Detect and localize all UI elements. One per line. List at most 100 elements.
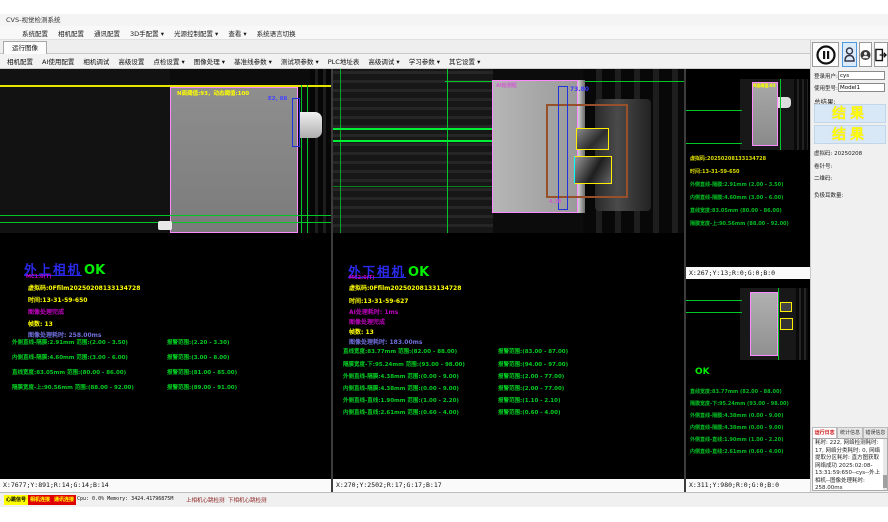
user-badge-icon [860, 49, 871, 61]
alarm-range-text: 报警范围:(83.00 - 87.00) [498, 347, 568, 355]
measurement-row: 隔膜宽度-上:90.56mm 范围:(88.00 - 92.00) 报警范围:(… [0, 383, 331, 391]
roi-box-blue [292, 98, 300, 147]
measurement-text: 外侧直线-隔膜:2.91mm (2.00 - 3.50) [690, 181, 783, 188]
right-top-camera-panel: N面阈值:93 虚拟码:20250208133134728 时间:13-31-5… [686, 69, 810, 279]
machine-background [333, 69, 493, 233]
camera-thumbnail: N面阈值:93 [740, 79, 808, 150]
roi-box-yellow-tab2 [574, 156, 612, 184]
green-guide-line-horizontal [686, 143, 742, 144]
right-top-viewport[interactable]: N面阈值:93 虚拟码:20250208133134728 时间:13-31-5… [686, 69, 810, 267]
measurement-text: 隔膜宽度-下:95.24mm 范围:(93.00 - 98.00) [343, 360, 465, 368]
menu-item-view[interactable]: 查看 ▾ [228, 28, 246, 38]
pause-icon [816, 45, 836, 65]
model-input[interactable] [838, 83, 885, 92]
measurement-row: 外侧直线-隔膜:2.91mm 范围:(2.00 - 3.50) 报警范围:(2.… [0, 338, 331, 346]
lower-camera-heartbeat: 下相机心跳检测 [228, 496, 267, 504]
camera-mode-text: MC2:0(T) [349, 275, 375, 281]
measurement-row: 外侧直线-隔膜:4.38mm 范围:(0.00 - 9.00) 报警范围:(2.… [333, 372, 684, 380]
pixel-coordinate-readout: X:270;Y:2502;R:17;G:17;B:17 [333, 479, 684, 492]
ai-roi-label: AI检测框 [496, 82, 517, 89]
login-user-input[interactable] [838, 71, 885, 80]
info-time: 时间:13-31-59-627 [349, 296, 408, 305]
roi-box-yellow [780, 302, 792, 312]
toolbar-camera-config[interactable]: 相机配置 [7, 56, 33, 66]
log-textarea[interactable]: 耗时: 222, 网络检测耗时: 17, 网络分类耗时: 0, 网络提取分区耗时… [812, 438, 888, 491]
main-content: E2, 88 N面阈值:93，动态阈值:100 外上相机OK MC1:0(T) … [0, 69, 810, 492]
menu-item-camera-config[interactable]: 相机配置 [58, 28, 84, 38]
measurement-text: 隔膜宽度-上:90.56mm (88.00 - 92.00) [690, 220, 789, 227]
exit-button[interactable] [874, 42, 888, 67]
measurement-text: 隔膜宽度-上:90.56mm 范围:(88.00 - 92.00) [12, 383, 134, 391]
green-guide-line-vertical [780, 79, 781, 150]
middle-camera-viewport[interactable]: AI检测框 73.80 4.38 [333, 69, 684, 233]
roi-label: E2, 88 [268, 96, 287, 102]
menu-item-language[interactable]: 系统语言切换 [257, 28, 296, 38]
pixel-coordinate-readout: X:7677;Y:891;R:14;G:14;B:14 [0, 479, 331, 492]
machine-background [0, 69, 170, 233]
log-scrollbar[interactable] [883, 439, 887, 490]
info-ai-elapsed: AI处理耗时: 1ms [349, 307, 398, 316]
camera-thumbnail [740, 288, 808, 360]
menu-item-comm-config[interactable]: 通讯配置 [94, 28, 120, 38]
upper-camera-heartbeat: 上相机心跳检测 [186, 496, 225, 504]
user-icon [844, 47, 855, 62]
menu-item-3d-config[interactable]: 3D手配置 ▾ [130, 28, 164, 38]
measurement-text: 外侧直线-直线:1.90mm 范围:(1.00 - 2.20) [343, 396, 459, 404]
toolbar-other-settings[interactable]: 其它设置 ▾ [449, 56, 480, 66]
menu-item-light-config[interactable]: 光源控制配置 ▾ [174, 28, 218, 38]
measurement-text: 直线宽度:83.77mm (82.00 - 88.00) [690, 388, 782, 395]
log-scrollbar-thumb[interactable] [883, 475, 887, 488]
log-tab-strip: 运行日志 统计信息 错误信息 [812, 427, 888, 438]
login-user-button[interactable] [842, 42, 857, 67]
alarm-range-text: 报警范围:(81.00 - 85.00) [167, 368, 237, 376]
alarm-range-text: 报警范围:(2.00 - 77.00) [498, 372, 564, 380]
log-tab-error[interactable]: 错误信息 [863, 427, 888, 438]
pause-button[interactable] [812, 42, 839, 67]
info-frames: 帧数: 13 [28, 319, 53, 328]
measurement-text: 直线宽度:83.77mm 范围:(82.00 - 88.00) [343, 347, 457, 355]
titlebar[interactable]: CVS-视觉检测系统 [0, 14, 888, 26]
toolbar-plc-address[interactable]: PLC地址表 [328, 56, 360, 66]
roi-box-yellow-tab1 [576, 128, 609, 150]
left-camera-viewport[interactable]: E2, 88 N面阈值:93，动态阈值:100 [0, 69, 331, 233]
toolbar-learn-params[interactable]: 学习参数 ▾ [409, 56, 440, 66]
qrcode-label: 二维码: [814, 174, 832, 182]
cpu-memory-text: Cpu: 0.0% Memory: 3424.41796875M [77, 496, 173, 502]
neg-tab-count-label: 负极耳数量: [814, 191, 843, 199]
roi-measure-label: 73.80 [570, 86, 589, 93]
info-barcode: 虚拟码:20250208133134728 [690, 155, 766, 162]
camera-link-badge: 相机连接 [28, 495, 52, 505]
measurement-text: 内侧直线-隔膜:4.60mm 范围:(3.00 - 6.00) [12, 353, 128, 361]
camera-status-ok: OK [408, 265, 429, 280]
toolbar-advanced-settings[interactable]: 高级设置 [118, 56, 144, 66]
toolbar-camera-debug[interactable]: 相机调试 [83, 56, 109, 66]
tab-run-image[interactable]: 运行图像 [3, 41, 47, 55]
toolbar-baseline-params[interactable]: 基准线参数 ▾ [234, 56, 272, 66]
info-frames: 帧数: 13 [349, 327, 374, 336]
reel-pin-label: 卷针号: [814, 162, 832, 170]
log-tab-run[interactable]: 运行日志 [812, 427, 837, 438]
measurement-text: 内侧直线-隔膜:4.38mm 范围:(0.00 - 9.00) [343, 384, 459, 392]
right-bottom-viewport[interactable]: OK 直线宽度:83.77mm (82.00 - 88.00) 隔膜宽度-下:9… [686, 279, 810, 479]
measurement-row: 直线宽度:83.77mm 范围:(82.00 - 88.00) 报警范围:(83… [333, 347, 684, 355]
separator-film-region [170, 87, 298, 233]
green-guide-line-horizontal [333, 186, 493, 187]
measurement-text: 外侧直线-直线:1.90mm (1.00 - 2.20) [690, 436, 783, 443]
machine-background [794, 79, 808, 150]
menu-item-system-config[interactable]: 系统配置 [22, 28, 48, 38]
threshold-overlay-text: N面阈值:93，动态阈值:100 [177, 89, 249, 97]
toolbar-advanced-debug[interactable]: 高级调试 ▾ [368, 56, 399, 66]
toolbar-image-processing[interactable]: 图像处理 ▾ [194, 56, 225, 66]
roi-box-yellow [780, 318, 793, 330]
measurement-text: 内侧直线-隔膜:4.38mm (0.00 - 9.00) [690, 424, 783, 431]
statusbar: 心跳信号 相机连接 通讯连接 Cpu: 0.0% Memory: 3424.41… [0, 492, 888, 507]
toolbar-ai-config[interactable]: AI使用配置 [42, 56, 74, 66]
login-user-label: 登录用户: [814, 72, 838, 80]
operator-button[interactable] [859, 42, 872, 67]
right-bottom-camera-panel: OK 直线宽度:83.77mm (82.00 - 88.00) 隔膜宽度-下:9… [686, 279, 810, 492]
exit-door-icon [875, 48, 887, 62]
toolbar-test-params[interactable]: 测试项参数 ▾ [281, 56, 319, 66]
toolbar-spot-check[interactable]: 点检设置 ▾ [153, 56, 184, 66]
left-camera-panel: E2, 88 N面阈值:93，动态阈值:100 外上相机OK MC1:0(T) … [0, 69, 331, 492]
log-tab-stats[interactable]: 统计信息 [837, 427, 862, 438]
